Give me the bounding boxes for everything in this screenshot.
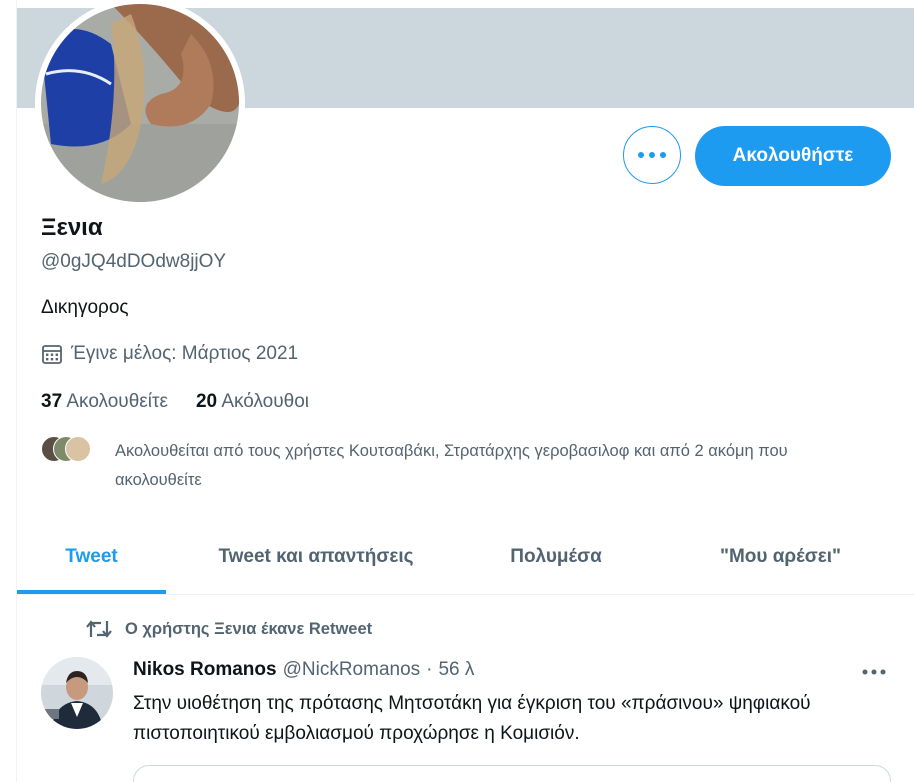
more-options-button[interactable] (623, 126, 681, 184)
follower-avatar (65, 436, 91, 462)
retweet-notice-text[interactable]: Ο χρήστης Ξενια έκανε Retweet (125, 620, 372, 639)
profile-bio: Δικηγορος (41, 297, 129, 318)
follow-button[interactable]: Ακολουθήστε (695, 126, 891, 186)
profile-avatar-frame (35, 0, 245, 208)
tweet-text: Στην υιοθέτηση της πρότασης Μητσοτάκη γι… (133, 693, 811, 744)
tweet-more-button[interactable] (861, 662, 887, 682)
profile-joined: Έγινε μέλος: Μάρτιος 2021 (41, 343, 298, 365)
more-horizontal-icon (638, 152, 666, 158)
tab-likes[interactable]: "Μου αρέσει" (646, 520, 914, 594)
profile-stats: 37 Ακολουθείτε 20 Ακόλουθοι (41, 391, 309, 413)
followed-by[interactable]: Ακολουθείται από τους χρήστες Κουτσαβάκι… (41, 434, 788, 489)
calendar-icon (42, 345, 62, 364)
joined-text: Έγινε μέλος: Μάρτιος 2021 (71, 343, 299, 364)
tweet-author-avatar[interactable] (41, 657, 113, 729)
profile-handle: @0gJQ4dDOdw8jjOY (41, 251, 227, 272)
following-count: 37 (41, 391, 63, 412)
followers-link[interactable]: 20 Ακόλουθοι (196, 391, 309, 413)
followed-by-text: Ακολουθείται από τους χρήστες Κουτσαβάκι… (115, 442, 788, 489)
tweet-time[interactable]: 56 λ (438, 659, 474, 681)
tweet-author-avatar-image (41, 657, 113, 729)
followed-by-avatars (41, 434, 101, 464)
tweet-header: Nikos Romanos @NickRomanos · 56 λ (133, 659, 474, 681)
tweet-link-card[interactable] (133, 765, 891, 782)
retweet-icon (86, 620, 112, 638)
more-horizontal-icon (862, 669, 886, 675)
tab-tweets[interactable]: Tweet (17, 520, 166, 594)
profile-column: Ακολουθήστε Ξενια @0gJQ4dDOdw8jjOY Δικηγ… (16, 0, 914, 782)
tweet-separator: · (426, 659, 433, 680)
following-link[interactable]: 37 Ακολουθείτε (41, 391, 168, 413)
profile-avatar-image (41, 4, 239, 202)
profile-avatar[interactable] (41, 4, 239, 202)
tweet-author-handle[interactable]: @NickRomanos (283, 659, 421, 681)
tab-media[interactable]: Πολυμέσα (466, 520, 646, 594)
active-tab-indicator (17, 590, 166, 594)
followers-label: Ακόλουθοι (221, 391, 309, 412)
tab-tweets-and-replies[interactable]: Tweet και απαντήσεις (166, 520, 466, 594)
retweet-notice: Ο χρήστης Ξενια έκανε Retweet (85, 617, 372, 641)
profile-name: Ξενια (41, 214, 103, 241)
profile-tabs: Tweet Tweet και απαντήσεις Πολυμέσα "Μου… (17, 520, 914, 595)
following-label: Ακολουθείτε (66, 391, 168, 412)
followers-count: 20 (195, 391, 218, 412)
tweet-author-name[interactable]: Nikos Romanos (133, 659, 277, 681)
